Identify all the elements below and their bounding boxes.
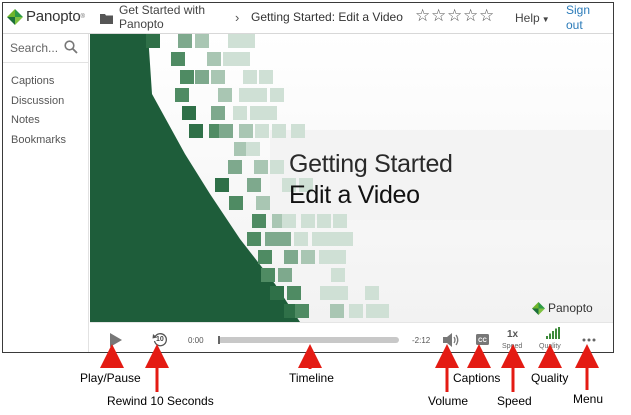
annotation-play-pause: Play/Pause (80, 371, 141, 385)
annotation-arrows (100, 344, 599, 392)
annotation-rewind: Rewind 10 Seconds (107, 394, 214, 408)
annotation-volume: Volume (428, 394, 469, 408)
annotation-quality: Quality (531, 371, 569, 385)
annotation-captions: Captions (453, 371, 501, 385)
annotation-speed: Speed (497, 394, 532, 408)
annotation-menu: Menu (573, 392, 604, 406)
annotation-timeline: Timeline (289, 371, 334, 385)
